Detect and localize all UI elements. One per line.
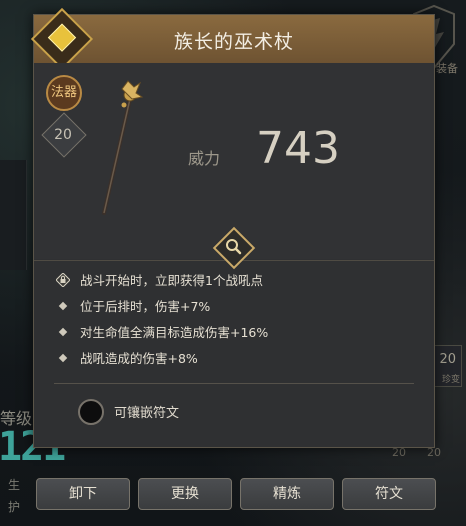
magnifier-icon[interactable] [222,235,244,257]
power-value: 743 [256,123,340,174]
background-stat-label: 生 [8,478,21,492]
lock-icon [56,273,70,287]
swap-button[interactable]: 更换 [138,478,232,510]
rune-socket-icon[interactable] [78,399,104,425]
staff-icon [102,80,144,215]
background-label: 装备 [436,62,458,75]
effects-list: 战斗开始时，立即获得1个战吼点 位于后排时，伤害+7% 对生命值全满目标造成伤害… [56,273,416,377]
effect-item: 位于后排时，伤害+7% [56,299,416,325]
item-tooltip-panel: 族长的巫术杖 法器 20 威力 743 战斗开始时，立即获得1个战吼点 位于后排… [30,7,435,448]
effect-item: 对生命值全满目标造成伤害+16% [56,325,416,351]
item-level: 20 [54,127,72,143]
background-badge-number: 20 [439,352,456,367]
item-name: 族长的巫术杖 [173,31,294,53]
power-label: 威力 [188,149,221,168]
background-badge-text: 珍变 [441,375,460,385]
diamond-icon [58,301,68,311]
diamond-icon [58,327,68,337]
effect-text: 战吼造成的伤害+8% [80,351,198,366]
effect-text: 对生命值全满目标造成伤害+16% [80,325,269,340]
item-header: 族长的巫术杖 [34,15,434,64]
background-side-panel [0,160,27,270]
rune-socket-label: 可镶嵌符文 [114,406,180,421]
effect-item: 战斗开始时，立即获得1个战吼点 [56,273,416,299]
refine-button[interactable]: 精炼 [240,478,334,510]
rune-button[interactable]: 符文 [342,478,436,510]
effect-text: 位于后排时，伤害+7% [80,299,211,314]
background-stat-label: 护 [8,500,21,514]
effect-item: 战吼造成的伤害+8% [56,351,416,377]
effect-text: 战斗开始时，立即获得1个战吼点 [80,273,263,288]
unequip-button[interactable]: 卸下 [36,478,130,510]
diamond-icon [58,353,68,363]
item-type-badge: 法器 [46,75,82,111]
effects-divider [54,383,414,384]
